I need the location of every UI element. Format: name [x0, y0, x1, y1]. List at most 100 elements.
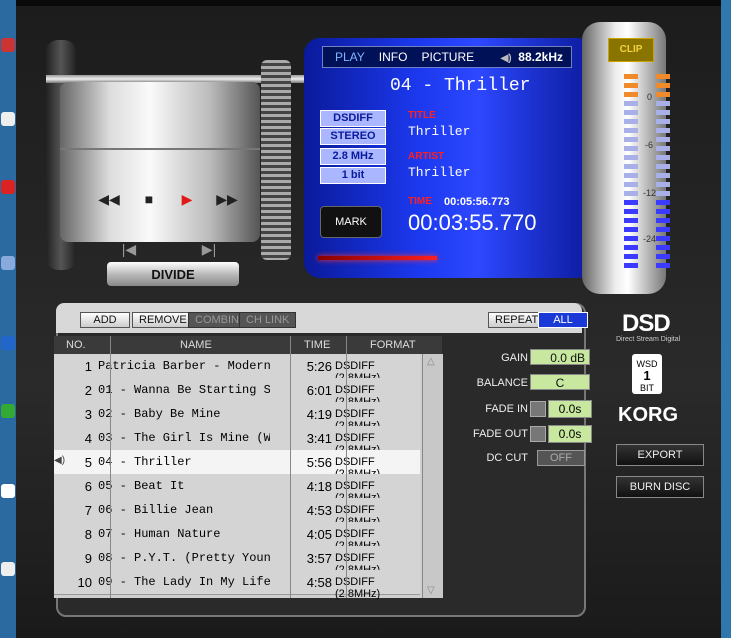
desktop-shortcut-icon[interactable] — [1, 112, 15, 126]
meter-segment — [656, 155, 670, 160]
meter-segment — [624, 245, 638, 250]
table-row[interactable]: 908 - P.Y.T. (Pretty Young Thing)3:57DSD… — [54, 546, 420, 576]
meter-segment — [624, 209, 638, 214]
track-time: 6:01 — [306, 383, 332, 398]
track-name: Patricia Barber - Modern Cool-20 — [98, 359, 270, 373]
column-divider — [346, 336, 347, 598]
meter-segment — [624, 101, 638, 106]
remove-button[interactable]: REMOVE — [132, 312, 194, 328]
tab-picture[interactable]: PICTURE — [421, 50, 474, 64]
meter-segment — [624, 173, 638, 178]
desktop-shortcut-icon[interactable] — [1, 38, 15, 52]
track-number: 7 — [84, 503, 92, 518]
repeat-button[interactable]: REPEAT — [488, 312, 546, 328]
track-number: 9 — [84, 551, 92, 566]
meter-scale-label: -12 — [643, 188, 657, 198]
table-row[interactable]: 605 - Beat It4:18DSDIFF (2.8MHz) — [54, 474, 420, 504]
tab-info[interactable]: INFO — [379, 50, 408, 64]
desktop-shortcut-icon[interactable] — [1, 562, 15, 576]
meter-segment — [656, 209, 670, 214]
meter-segment — [656, 74, 670, 79]
column-header-format[interactable]: FORMAT — [370, 339, 416, 351]
next-track-button[interactable]: ▶| — [192, 238, 226, 260]
play-button[interactable]: ▶ — [170, 188, 204, 210]
burn-disc-button[interactable]: BURN DISC — [616, 476, 704, 498]
meter-segment — [624, 164, 638, 169]
meter-segment — [624, 110, 638, 115]
table-header: NO. NAME TIME FORMAT — [54, 336, 442, 354]
table-row[interactable]: 403 - The Girl Is Mine (With P...3:41DSD… — [54, 426, 420, 456]
meter-segment — [656, 173, 670, 178]
tab-play[interactable]: PLAY — [335, 50, 365, 64]
bit-depth-badge: 1 bit — [320, 167, 386, 184]
meter-segment — [656, 227, 670, 232]
previous-track-button[interactable]: |◀ — [112, 238, 146, 260]
fade-in-toggle[interactable] — [530, 401, 546, 417]
desktop-shortcut-icon[interactable] — [1, 336, 15, 350]
track-name: 07 - Human Nature — [98, 527, 221, 541]
desktop-shortcut-icon[interactable] — [1, 180, 15, 194]
table-row[interactable]: 302 - Baby Be Mine4:19DSDIFF (2.8MHz) — [54, 402, 420, 432]
channels-badge: STEREO — [320, 128, 386, 145]
track-name: 09 - The Lady In My Life — [98, 575, 270, 589]
desktop-shortcut-icon[interactable] — [1, 404, 15, 418]
progress-fill — [318, 256, 437, 260]
fade-out-toggle[interactable] — [530, 426, 546, 442]
meter-segment — [624, 182, 638, 187]
meter-segment — [624, 92, 638, 97]
clip-indicator[interactable]: CLIP — [608, 38, 654, 62]
fade-out-field[interactable]: 0.0s — [548, 425, 592, 443]
fade-in-field[interactable]: 0.0s — [548, 400, 592, 418]
track-number: 1 — [84, 359, 92, 374]
meter-segment — [624, 128, 638, 133]
meter-segment — [656, 119, 670, 124]
display-tabs: PLAY INFO PICTURE ◀) 88.2kHz — [322, 46, 572, 68]
meter-segment — [656, 110, 670, 115]
table-row[interactable]: ◀)504 - Thriller5:56DSDIFF (2.8MHz) — [54, 450, 420, 480]
add-button[interactable]: ADD — [80, 312, 130, 328]
desktop-shortcut-icon[interactable] — [1, 256, 15, 270]
table-row[interactable]: 807 - Human Nature4:05DSDIFF (2.8MHz) — [54, 522, 420, 552]
title-label: TITLE — [408, 110, 436, 121]
scroll-down-icon[interactable]: ▽ — [427, 585, 435, 596]
play-icon: ▶ — [181, 190, 193, 207]
playlist-table: NO. NAME TIME FORMAT 1 Patricia Barber - … — [54, 336, 442, 600]
mark-button[interactable]: MARK — [320, 206, 382, 238]
gain-field[interactable]: 0.0 dB — [530, 349, 590, 365]
column-header-time[interactable]: TIME — [304, 339, 330, 351]
progress-bar[interactable] — [318, 256, 498, 260]
meter-segment — [656, 137, 670, 142]
cylinder-body — [60, 82, 260, 242]
table-row[interactable]: 706 - Billie Jean4:53DSDIFF (2.8MHz) — [54, 498, 420, 528]
table-row[interactable]: 10 09 - The Lady In My Life 4:58 DSDIFF (2.… — [54, 570, 420, 600]
scroll-up-icon[interactable]: △ — [427, 356, 435, 367]
time-total: 00:05:56.773 — [444, 196, 510, 208]
playlist-scrollbar[interactable]: △ ▽ — [422, 354, 443, 598]
desktop-shortcut-icon[interactable] — [1, 484, 15, 498]
gain-label: GAIN — [501, 352, 528, 364]
artist-value: Thriller — [408, 165, 471, 180]
balance-field[interactable]: C — [530, 374, 590, 390]
meter-segment — [656, 164, 670, 169]
stop-button[interactable]: ■ — [132, 188, 166, 210]
track-time: 5:26 — [306, 359, 332, 374]
title-value: Thriller — [408, 124, 471, 139]
track-name: 02 - Baby Be Mine — [98, 407, 221, 421]
column-header-no[interactable]: NO. — [66, 339, 86, 351]
korg-logo: KORG — [618, 404, 678, 426]
divide-button[interactable]: DIVIDE — [107, 262, 239, 286]
dc-cut-toggle[interactable]: OFF — [537, 450, 585, 466]
track-time: 4:58 — [306, 575, 332, 590]
column-header-name[interactable]: NAME — [180, 339, 212, 351]
meter-segment — [656, 236, 670, 241]
repeat-all-button[interactable]: ALL — [538, 312, 588, 328]
fast-forward-button[interactable]: ▶▶ — [210, 188, 244, 210]
table-row[interactable]: 201 - Wanna Be Starting Somethin'6:01DSD… — [54, 378, 420, 408]
meter-segment — [624, 119, 638, 124]
table-row[interactable]: 1Patricia Barber - Modern Cool-205:26DSD… — [54, 354, 420, 384]
meter-segment — [656, 92, 670, 97]
ch-link-button[interactable]: CH LINK — [239, 312, 297, 328]
rewind-button[interactable]: ◀◀ — [92, 188, 126, 210]
meter-segment — [656, 245, 670, 250]
export-button[interactable]: EXPORT — [616, 444, 704, 466]
